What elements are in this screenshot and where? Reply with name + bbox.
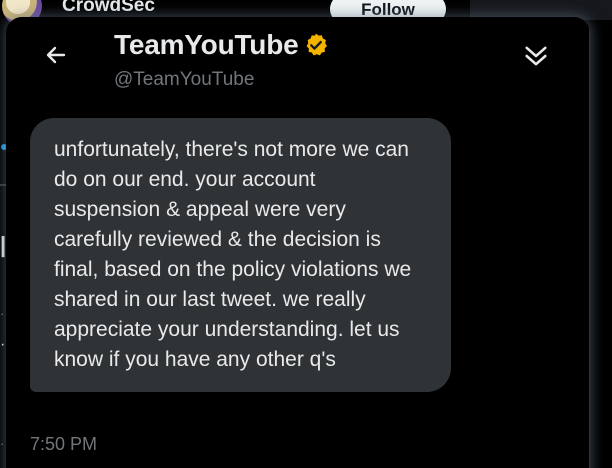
conversation-header[interactable]: TeamYouTube @TeamYouTube xyxy=(6,17,590,107)
double-chevron-down-icon xyxy=(522,42,550,75)
account-name[interactable]: CrowdSec xyxy=(62,0,155,17)
back-button[interactable] xyxy=(38,39,74,75)
timeline-text-fragment: · xyxy=(0,336,6,353)
collapse-button[interactable] xyxy=(518,40,554,76)
message-bubble[interactable]: unfortunately, there's not more we can d… xyxy=(30,118,451,392)
arrow-left-icon xyxy=(44,43,68,72)
screen: CrowdSec Follow ● | · · · TeamYouTube @T… xyxy=(0,0,612,468)
message-text: unfortunately, there's not more we can d… xyxy=(54,138,412,371)
message-list[interactable]: unfortunately, there's not more we can d… xyxy=(6,107,590,468)
scrollbar[interactable] xyxy=(589,17,590,468)
conversation-title[interactable]: TeamYouTube xyxy=(114,27,299,63)
message-drawer: TeamYouTube @TeamYouTube unfortunately, … xyxy=(6,17,590,468)
verified-badge-icon xyxy=(303,32,329,58)
message-timestamp: 7:50 PM xyxy=(30,434,98,454)
timeline-text-fragment: · xyxy=(0,436,5,451)
timeline-text-fragment: · xyxy=(0,306,5,321)
conversation-handle: @TeamYouTube xyxy=(114,69,255,90)
conversation-title-row: TeamYouTube xyxy=(114,27,329,63)
